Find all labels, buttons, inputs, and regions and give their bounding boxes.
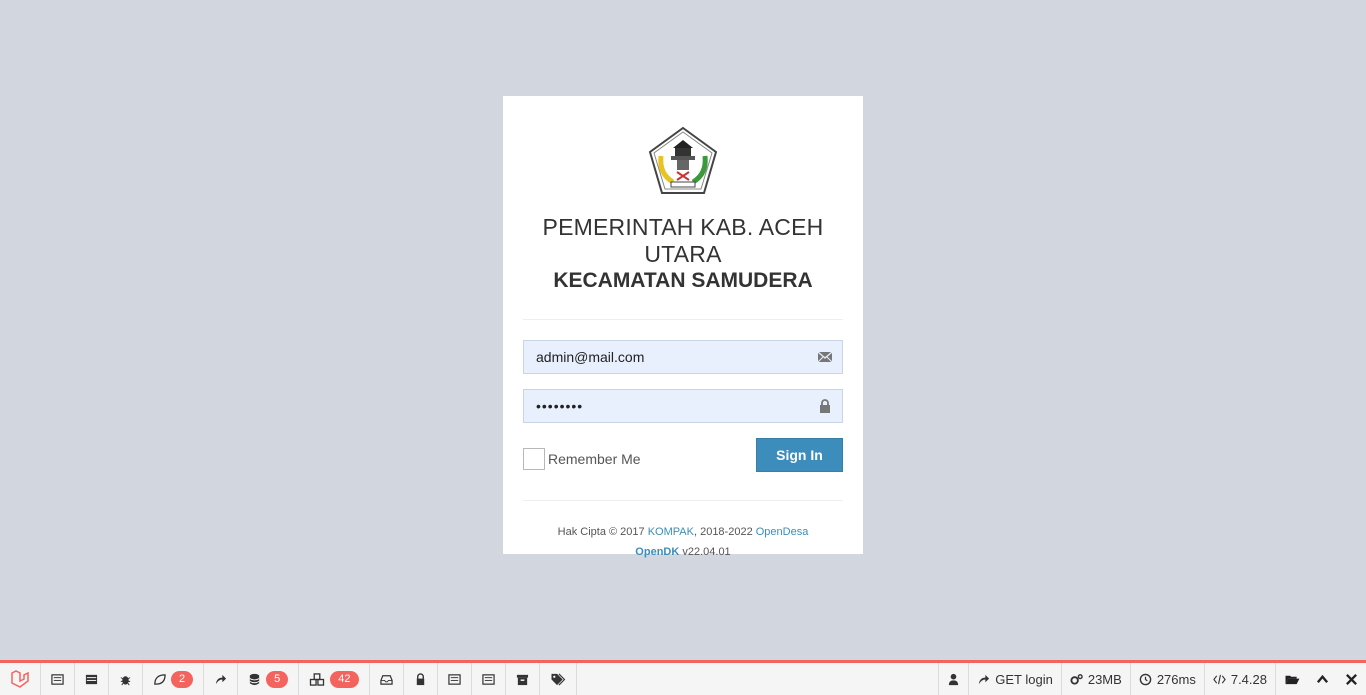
email-field[interactable] <box>524 341 842 373</box>
memory-info[interactable]: 23MB <box>1060 663 1130 695</box>
remember-me-label: Remember Me <box>548 451 641 467</box>
tags-icon <box>551 673 565 685</box>
route-label: GET login <box>995 671 1053 687</box>
php-version-label: 7.4.28 <box>1230 671 1267 687</box>
clock-icon <box>1139 673 1152 685</box>
envelope-icon <box>817 351 833 363</box>
divider <box>523 500 843 501</box>
mails-tab[interactable] <box>370 663 404 695</box>
php-version-info[interactable]: 7.4.28 <box>1203 663 1275 695</box>
models-count-badge: 42 <box>330 670 359 688</box>
session-tab[interactable] <box>438 663 472 695</box>
copyright-text: Hak Cipta © 2017 <box>557 526 645 538</box>
timeline-tab[interactable] <box>75 663 109 695</box>
sign-in-button[interactable]: Sign In <box>756 438 843 472</box>
inbox-icon <box>379 674 393 685</box>
opendesa-link[interactable]: OpenDesa <box>756 526 809 538</box>
queries-count-badge: 5 <box>266 670 289 688</box>
views-count-badge: 2 <box>171 670 194 688</box>
time-info[interactable]: 276ms <box>1129 663 1204 695</box>
exceptions-tab[interactable] <box>109 663 143 695</box>
debug-bar: 2 5 42 GET login 23MB 276ms 7.4.28 <box>0 660 1366 695</box>
version-text: v22.04.01 <box>682 546 731 558</box>
time-label: 276ms <box>1156 671 1196 687</box>
memory-label: 23MB <box>1087 671 1122 687</box>
password-field[interactable] <box>524 390 842 422</box>
user-icon <box>949 673 959 685</box>
footer: Hak Cipta © 2017 KOMPAK, 2018-2022 OpenD… <box>523 522 843 562</box>
page-subtitle: KECAMATAN SAMUDERA <box>553 269 813 292</box>
kompak-link[interactable]: KOMPAK <box>648 526 694 538</box>
remember-me[interactable]: Remember Me <box>523 448 641 470</box>
opendk-link[interactable]: OpenDK <box>635 546 679 558</box>
views-tab[interactable]: 2 <box>143 663 205 695</box>
remember-me-checkbox[interactable] <box>523 448 545 470</box>
cogs-icon <box>1070 673 1083 685</box>
open-folder-button[interactable] <box>1275 663 1308 695</box>
tags-tab[interactable] <box>540 663 577 695</box>
password-field-wrap <box>523 389 843 423</box>
chevron-up-icon <box>1316 674 1329 683</box>
archive-icon <box>516 674 528 685</box>
page-title: PEMERINTAH KAB. ACEH UTARA <box>542 214 824 267</box>
share-icon <box>215 674 227 684</box>
share-icon <box>979 674 990 684</box>
laravel-logo-button[interactable] <box>0 663 41 695</box>
close-icon <box>1346 673 1357 685</box>
leaf-icon <box>154 673 166 685</box>
messages-tab[interactable] <box>41 663 75 695</box>
gate-tab[interactable] <box>404 663 438 695</box>
bug-icon <box>120 675 131 685</box>
queries-tab[interactable]: 5 <box>238 663 300 695</box>
folder-open-icon <box>1285 675 1300 684</box>
email-field-wrap <box>523 340 843 374</box>
cubes-icon <box>310 672 325 686</box>
lock-icon <box>820 399 830 413</box>
lock-icon <box>416 672 424 685</box>
copyright-years: , 2018-2022 <box>693 526 753 538</box>
list-icon <box>51 673 64 685</box>
timeline-icon <box>85 674 98 684</box>
request-tab[interactable] <box>472 663 506 695</box>
list-icon <box>447 673 461 685</box>
cache-tab[interactable] <box>506 663 540 695</box>
route-info[interactable]: GET login <box>968 663 1061 695</box>
auth-user-button[interactable] <box>938 663 968 695</box>
list-icon <box>481 673 495 685</box>
route-tab[interactable] <box>204 663 239 695</box>
code-icon <box>1213 674 1226 684</box>
database-icon <box>249 673 260 685</box>
login-box: PEMERINTAH KAB. ACEH UTARA KECAMATAN SAM… <box>503 96 863 558</box>
laravel-icon <box>11 670 29 688</box>
regency-crest-icon <box>648 126 718 194</box>
divider <box>523 319 843 320</box>
models-tab[interactable]: 42 <box>299 663 370 695</box>
close-debugbar-button[interactable] <box>1337 663 1366 695</box>
maximize-button[interactable] <box>1308 663 1337 695</box>
